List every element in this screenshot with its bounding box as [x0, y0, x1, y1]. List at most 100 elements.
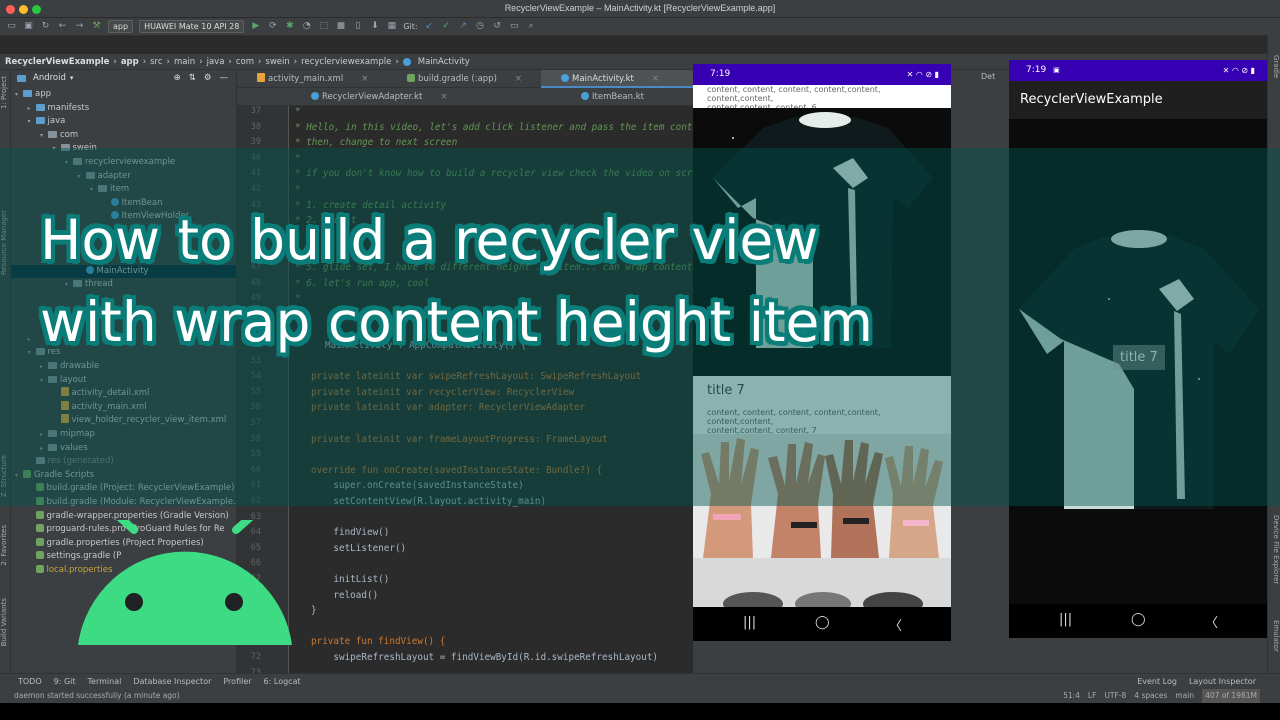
tree-toggle-icon[interactable]: ▾ [15, 88, 23, 101]
avd-manager-icon[interactable]: ▯ [352, 21, 363, 32]
profile-icon[interactable]: ◔ [301, 21, 312, 32]
hammer-icon[interactable]: ⚒ [91, 21, 102, 32]
tree-item-label: java [47, 116, 66, 127]
profiler-tool-tab[interactable]: Profiler [223, 677, 251, 686]
attach-debugger-icon[interactable]: ⬚ [318, 21, 329, 32]
home-button[interactable]: ◯ [1131, 612, 1146, 627]
tree-item-label: manifests [47, 102, 90, 113]
sync-icon[interactable]: ↻ [40, 21, 51, 32]
module-select[interactable]: app [108, 20, 134, 33]
breadcrumb-item[interactable]: swein [265, 57, 289, 67]
breadcrumb-item[interactable]: app [121, 57, 139, 67]
git-tool-tab[interactable]: 9: Git [54, 677, 76, 686]
tree-item[interactable]: ▾ com [11, 129, 236, 142]
save-icon[interactable]: ▣ [23, 21, 34, 32]
hide-icon[interactable]: — [220, 73, 229, 83]
gradle-file-icon [407, 74, 415, 82]
gradle-tool-tab[interactable]: Gradle [1269, 55, 1280, 78]
home-button[interactable]: ◯ [815, 615, 830, 630]
close-icon[interactable]: × [515, 74, 522, 84]
tab-build-gradle[interactable]: build.gradle (:app) × [387, 70, 522, 88]
apply-changes-icon[interactable]: ⟳ [267, 21, 278, 32]
search-icon[interactable]: ⌕ [526, 21, 537, 32]
database-inspector-tool-tab[interactable]: Database Inspector [133, 677, 211, 686]
logcat-tool-tab[interactable]: 6: Logcat [264, 677, 301, 686]
tree-item[interactable]: ▾ java [11, 115, 236, 128]
breadcrumb-item[interactable]: RecyclerViewExample [5, 57, 109, 67]
build-variants-tool-tab[interactable]: Build Variants [0, 598, 11, 646]
indent-setting[interactable]: 4 spaces [1134, 689, 1167, 703]
tab-main-activity-kt[interactable]: MainActivity.kt × [541, 70, 693, 88]
run-icon[interactable]: ▶ [250, 21, 261, 32]
tree-toggle-icon[interactable]: ▾ [40, 129, 48, 142]
device-select[interactable]: HUAWEI Mate 10 API 28 [139, 20, 245, 33]
line-separator[interactable]: LF [1088, 689, 1097, 703]
git-commit-icon[interactable]: ✓ [441, 21, 452, 32]
git-push-icon[interactable]: ↗ [458, 21, 469, 32]
collapse-icon[interactable]: ⇅ [189, 73, 196, 83]
breadcrumb-item[interactable]: java [207, 57, 225, 67]
project-tool-tab[interactable]: 1: Project [0, 76, 11, 109]
layout-inspector-tool-tab[interactable]: Layout Inspector [1189, 677, 1256, 686]
git-branch[interactable]: main [1175, 689, 1194, 703]
code-line: * [295, 106, 301, 117]
tab-item-bean-kt[interactable]: ItemBean.kt [561, 88, 644, 106]
breadcrumb-item[interactable]: com [236, 57, 254, 67]
phone-nav-bar: ||| ◯ 〈 [693, 607, 951, 641]
status-icons: ✕ ◠ ⊘ ▮ [906, 70, 939, 79]
layout-inspector-icon[interactable]: ▦ [386, 21, 397, 32]
git-update-icon[interactable]: ↙ [424, 21, 435, 32]
emulator-tool-tab[interactable]: Emulator [1269, 620, 1280, 652]
app-bar-title: RecyclerViewExample [1009, 81, 1267, 119]
memory-indicator[interactable]: 407 of 1981M [1202, 689, 1260, 703]
history-icon[interactable]: ◷ [475, 21, 486, 32]
device-file-explorer-tool-tab[interactable]: Device File Explorer [1269, 515, 1280, 584]
close-icon[interactable]: × [440, 92, 447, 102]
rollback-icon[interactable]: ↺ [492, 21, 503, 32]
terminal-tool-tab[interactable]: Terminal [88, 677, 122, 686]
status-message: daemon started successfully (a minute ag… [14, 691, 180, 700]
caret-position[interactable]: 51:4 [1063, 689, 1080, 703]
forward-arrow-icon[interactable]: → [74, 21, 85, 32]
recents-button[interactable]: ||| [743, 615, 756, 630]
line-number: 38 [250, 121, 261, 132]
sdk-manager-icon[interactable]: ⬇ [369, 21, 380, 32]
gradle-file-icon [35, 524, 44, 533]
tab-detail[interactable]: Det [981, 72, 995, 81]
back-arrow-icon[interactable]: ← [57, 21, 68, 32]
tree-toggle-icon[interactable]: ▸ [28, 102, 36, 115]
tree-item[interactable]: ▾ app [11, 88, 236, 101]
event-log-tool-tab[interactable]: Event Log [1137, 677, 1177, 686]
project-view-select[interactable]: Android [33, 73, 66, 83]
tab-activity-main-xml[interactable]: activity_main.xml × [237, 70, 368, 88]
open-folder-icon[interactable]: ▭ [6, 21, 17, 32]
todo-tool-tab[interactable]: TODO [18, 677, 42, 686]
breadcrumb-item[interactable]: MainActivity [418, 57, 470, 67]
breadcrumb-item[interactable]: recyclerviewexample [301, 57, 391, 67]
chevron-down-icon[interactable]: ▾ [70, 74, 74, 82]
headline-line-2: with wrap content height item [40, 290, 873, 354]
gear-icon[interactable]: ⚙ [204, 73, 212, 83]
close-icon[interactable]: × [361, 74, 368, 84]
android-logo-icon [78, 520, 292, 645]
back-button[interactable]: 〈 [1205, 612, 1218, 631]
stop-icon[interactable]: ■ [335, 21, 346, 32]
file-encoding[interactable]: UTF-8 [1104, 689, 1126, 703]
line-number: 72 [250, 652, 261, 662]
breadcrumb-item[interactable]: main [174, 57, 195, 67]
debug-icon[interactable]: ✱ [284, 21, 295, 32]
breadcrumb-item[interactable]: src [150, 57, 162, 67]
close-icon[interactable]: × [652, 74, 659, 84]
window-icon[interactable]: ▭ [509, 21, 520, 32]
recents-button[interactable]: ||| [1059, 612, 1072, 627]
favorites-tool-tab[interactable]: 2: Favorites [0, 525, 11, 566]
locate-icon[interactable]: ⊕ [174, 73, 181, 83]
kotlin-file-icon [311, 92, 319, 100]
tab-recycler-view-adapter-kt[interactable]: RecyclerViewAdapter.kt × [291, 88, 447, 106]
back-button[interactable]: 〈 [889, 615, 902, 634]
list-item[interactable]: content, content, content, content,conte… [693, 85, 951, 112]
project-panel-header: Android ▾ ⊕ ⇅ ⚙ — [11, 70, 236, 86]
tree-toggle-icon[interactable]: ▾ [28, 115, 36, 128]
code-line: findView() [311, 527, 390, 539]
tree-item[interactable]: ▸ manifests [11, 102, 236, 115]
